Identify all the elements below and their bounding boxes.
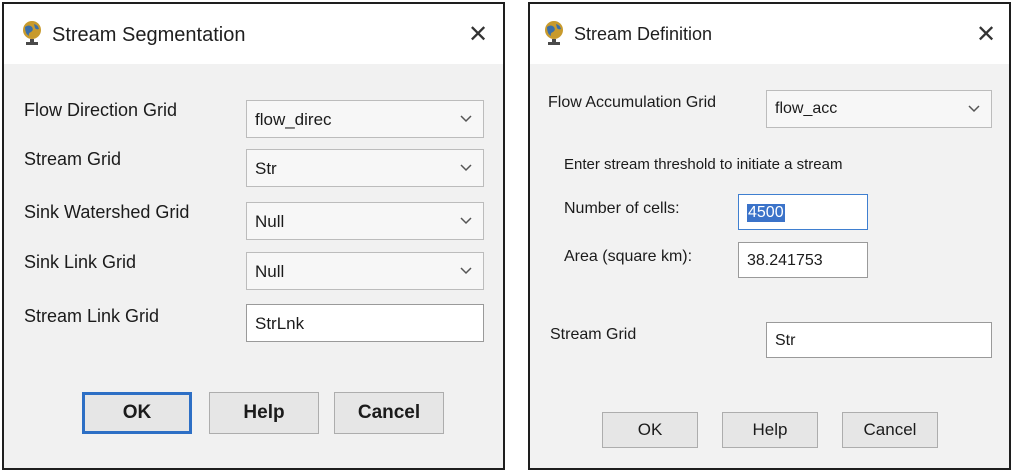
stream-definition-dialog: Stream Definition ✕ Flow Accumulation Gr… xyxy=(528,2,1011,470)
dialog-title: Stream Definition xyxy=(574,24,713,44)
select-value: flow_acc xyxy=(775,100,838,117)
flow-direction-grid-select[interactable]: flow_direc xyxy=(246,100,484,138)
cancel-button[interactable]: Cancel xyxy=(334,392,444,434)
ok-button[interactable]: OK xyxy=(82,392,192,434)
select-value: Null xyxy=(255,262,285,281)
title-bar: Stream Segmentation ✕ xyxy=(4,4,503,64)
stream-grid-input[interactable]: Str xyxy=(766,322,992,358)
chevron-down-icon xyxy=(460,164,472,172)
input-value: StrLnk xyxy=(255,314,305,333)
close-icon: ✕ xyxy=(467,20,489,48)
stream-link-grid-input[interactable]: StrLnk xyxy=(246,304,484,342)
input-value: Str xyxy=(775,332,796,349)
sink-link-grid-select[interactable]: Null xyxy=(246,252,484,290)
help-button[interactable]: Help xyxy=(722,412,818,448)
chevron-down-icon xyxy=(460,267,472,275)
globe-icon xyxy=(545,21,563,45)
title-bar: Stream Definition ✕ xyxy=(530,4,1009,64)
close-button[interactable]: ✕ xyxy=(462,18,494,50)
chevron-down-icon xyxy=(460,115,472,123)
stream-grid-label: Stream Grid xyxy=(550,326,637,343)
dialog-body: Flow Direction Grid flow_direc Stream Gr… xyxy=(4,64,503,468)
threshold-instruction: Enter stream threshold to initiate a str… xyxy=(564,156,843,173)
area-label: Area (square km): xyxy=(564,248,693,265)
ok-button[interactable]: OK xyxy=(602,412,698,448)
number-of-cells-label: Number of cells: xyxy=(564,200,680,217)
flow-direction-grid-label: Flow Direction Grid xyxy=(24,100,178,120)
number-of-cells-input[interactable]: 4500 xyxy=(738,194,868,230)
sink-watershed-grid-select[interactable]: Null xyxy=(246,202,484,240)
select-value: flow_direc xyxy=(255,110,332,129)
chevron-down-icon xyxy=(968,105,980,113)
stream-segmentation-dialog: Stream Segmentation ✕ Flow Direction Gri… xyxy=(2,2,505,470)
globe-icon xyxy=(23,21,41,45)
dialog-body: Flow Accumulation Grid flow_acc Enter st… xyxy=(530,64,1009,468)
input-value: 38.241753 xyxy=(747,252,823,269)
area-input[interactable]: 38.241753 xyxy=(738,242,868,278)
sink-link-grid-label: Sink Link Grid xyxy=(24,252,137,272)
input-value: 4500 xyxy=(747,204,785,222)
sink-watershed-grid-label: Sink Watershed Grid xyxy=(24,202,190,222)
select-value: Null xyxy=(255,212,285,231)
select-value: Str xyxy=(255,159,277,178)
flow-accumulation-grid-label: Flow Accumulation Grid xyxy=(548,94,717,111)
close-button[interactable]: ✕ xyxy=(970,18,1002,50)
stream-grid-select[interactable]: Str xyxy=(246,149,484,187)
cancel-button[interactable]: Cancel xyxy=(842,412,938,448)
stream-link-grid-label: Stream Link Grid xyxy=(24,306,160,326)
flow-accumulation-grid-select[interactable]: flow_acc xyxy=(766,90,992,128)
help-button[interactable]: Help xyxy=(209,392,319,434)
close-icon: ✕ xyxy=(975,20,997,48)
dialog-title: Stream Segmentation xyxy=(52,24,246,46)
stream-grid-label: Stream Grid xyxy=(24,149,122,169)
chevron-down-icon xyxy=(460,217,472,225)
